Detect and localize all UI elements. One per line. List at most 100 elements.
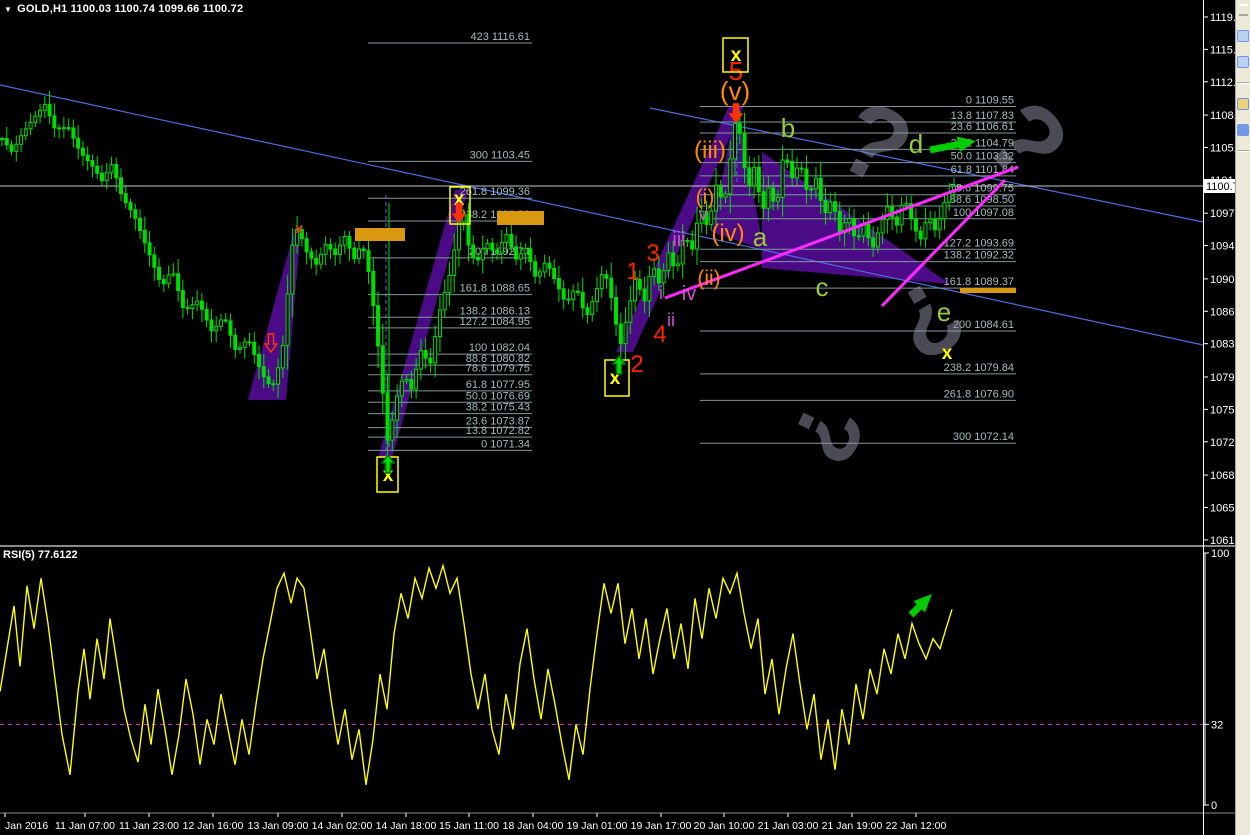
candle-body <box>775 196 780 202</box>
candle-body <box>109 164 114 174</box>
candle-body <box>223 319 228 322</box>
orange-zone-rect[interactable] <box>497 211 544 225</box>
orange-zone-rect[interactable] <box>960 288 1016 293</box>
candle-body <box>0 137 4 140</box>
candle-body <box>656 268 661 284</box>
candle-body <box>618 323 623 345</box>
candle-body <box>604 274 609 279</box>
docked-toolbar <box>1235 0 1250 835</box>
candle-body <box>204 308 209 321</box>
x-marker: x <box>942 343 953 364</box>
rsi-scale-label: 32 <box>1211 719 1223 731</box>
candle-body <box>452 249 457 276</box>
navigator-icon[interactable] <box>1237 124 1249 136</box>
candle-body <box>437 309 442 337</box>
candle-body <box>176 273 181 292</box>
orange-zone-rect[interactable] <box>355 228 405 241</box>
candle-body <box>780 159 785 198</box>
candle-body <box>533 261 538 277</box>
wave-label: d <box>909 129 923 159</box>
wave-label: (ii) <box>697 267 720 290</box>
candle-body <box>90 160 95 167</box>
candle-body <box>357 248 361 260</box>
wave-label: (iii) <box>694 137 726 164</box>
candle-body <box>913 218 918 232</box>
candle-body <box>752 166 757 187</box>
candle-body <box>423 350 428 359</box>
candle-body <box>185 306 190 309</box>
candle-body <box>747 167 752 187</box>
candle-body <box>228 320 233 336</box>
candle-body <box>261 366 266 378</box>
wave-label: 3 <box>646 240 659 267</box>
candle-body <box>609 277 614 299</box>
candle-body <box>737 122 742 134</box>
candle-body <box>561 288 566 300</box>
candle-body <box>490 242 495 251</box>
candle-body <box>71 127 76 139</box>
time-tick-label: 19 Jan 17:00 <box>631 820 692 832</box>
candle-body <box>923 222 928 240</box>
candle-body <box>785 159 790 163</box>
candle-body <box>352 247 357 260</box>
time-tick-label: 13 Jan 09:00 <box>248 820 309 832</box>
candle-body <box>623 321 628 345</box>
window-icon-1[interactable] <box>1237 30 1249 42</box>
candle-body <box>119 177 123 195</box>
time-tick-label: 19 Jan 01:00 <box>567 820 628 832</box>
wave-label: b <box>781 113 795 143</box>
dropdown-icon[interactable]: ▼ <box>4 5 12 14</box>
candle-body <box>276 367 281 385</box>
fib-level-label: 127.2 1093.69 <box>944 237 1014 249</box>
candle-body <box>285 293 290 346</box>
new-order-icon[interactable] <box>1237 98 1249 110</box>
candle-body <box>114 164 119 179</box>
candle-body <box>880 219 885 234</box>
candle-body <box>614 297 619 325</box>
candle-body <box>790 161 795 179</box>
candle-body <box>376 305 381 347</box>
rsi-scale-label: 100 <box>1211 548 1229 560</box>
candle-body <box>761 191 766 209</box>
candle-body <box>138 217 143 232</box>
candle-body <box>161 278 166 285</box>
window-icon-2[interactable] <box>1237 56 1249 68</box>
candle-body <box>514 246 519 260</box>
candle-body <box>337 244 342 256</box>
candle-body <box>180 290 185 308</box>
candle-body <box>571 290 576 301</box>
candle-body <box>9 144 14 152</box>
candle-body <box>33 115 38 123</box>
candle-body <box>257 353 262 368</box>
candle-body <box>509 233 514 248</box>
time-tick-label: 14 Jan 18:00 <box>376 820 437 832</box>
candle-body <box>942 201 947 220</box>
price-chart[interactable]: 423 1116.61300 1103.45261.8 1099.36238.2… <box>0 0 1250 835</box>
fib-level-label: 161.8 1088.65 <box>460 283 530 295</box>
candle-body <box>414 368 419 390</box>
candle-body <box>771 187 776 202</box>
candle-body <box>142 230 147 244</box>
candle-body <box>523 248 528 255</box>
wave-label: x <box>295 220 303 236</box>
toolbar-grip[interactable] <box>1239 4 1248 16</box>
candle-body <box>733 122 738 160</box>
candle-body <box>304 237 309 253</box>
candle-body <box>856 235 861 238</box>
candle-body <box>823 199 828 214</box>
candle-body <box>671 252 676 267</box>
wave-label: v <box>699 204 708 224</box>
candle-body <box>133 209 138 219</box>
fib-level-label: 0 1071.34 <box>481 438 530 450</box>
candle-body <box>456 221 461 251</box>
candle-body <box>238 346 242 350</box>
candle-body <box>42 103 47 111</box>
candle-body <box>318 253 323 265</box>
candle-body <box>95 165 100 174</box>
candle-body <box>328 243 333 250</box>
candle-body <box>271 383 276 386</box>
candle-body <box>685 239 690 242</box>
toolbar-separator <box>1237 150 1249 152</box>
candle-body <box>57 127 62 130</box>
candle-body <box>447 274 452 294</box>
